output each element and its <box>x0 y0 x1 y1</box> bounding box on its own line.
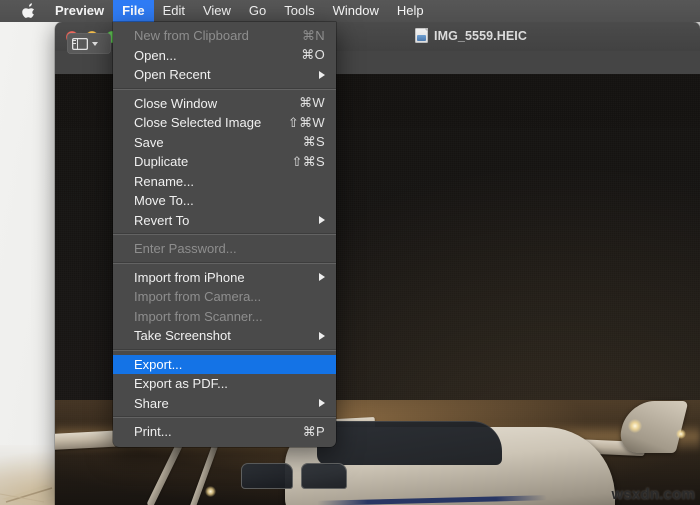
watermark: wsxdn.com <box>611 486 695 503</box>
menu-item-label: Import from iPhone <box>134 269 245 285</box>
menu-item-shortcut: ⌘W <box>299 95 325 111</box>
menu-item-share[interactable]: Share <box>113 394 336 414</box>
menu-item-shortcut: ⇧⌘S <box>291 153 325 169</box>
menu-item-import-from-camera: Import from Camera... <box>113 287 336 307</box>
sidebar-toggle-button[interactable] <box>67 33 111 54</box>
menu-separator <box>113 88 336 90</box>
menu-bar-item-view[interactable]: View <box>194 0 240 22</box>
menu-item-close-selected-image[interactable]: Close Selected Image ⇧⌘W <box>113 113 336 133</box>
menu-item-export[interactable]: Export... <box>113 354 336 374</box>
menu-item-shortcut: ⌘O <box>301 47 325 63</box>
menu-item-label: Save <box>134 134 164 150</box>
menu-item-shortcut: ⌘P <box>302 423 325 439</box>
menu-item-new-from-clipboard: New from Clipboard ⌘N <box>113 26 336 46</box>
menu-item-label: Close Selected Image <box>134 115 262 131</box>
document-icon <box>415 28 428 43</box>
menu-item-rename[interactable]: Rename... <box>113 172 336 192</box>
menu-item-save[interactable]: Save ⌘S <box>113 133 336 153</box>
menu-item-open-recent[interactable]: Open Recent <box>113 65 336 85</box>
menu-item-label: Enter Password... <box>134 241 237 257</box>
chevron-down-icon[interactable] <box>92 41 98 46</box>
submenu-arrow-icon <box>319 399 325 408</box>
airplane-tail <box>615 401 689 453</box>
menu-item-label: Duplicate <box>134 154 189 170</box>
submenu-arrow-icon <box>319 331 325 340</box>
menu-item-open[interactable]: Open... ⌘O <box>113 46 336 66</box>
menu-separator <box>113 234 336 235</box>
menu-item-duplicate[interactable]: Duplicate ⇧⌘S <box>113 152 336 172</box>
airplane-side-window <box>301 463 347 489</box>
menu-item-export-as-pdf[interactable]: Export as PDF... <box>113 374 336 394</box>
menu-bar-item-file[interactable]: File <box>113 0 154 22</box>
submenu-arrow-icon <box>319 70 325 79</box>
menu-item-label: Rename... <box>134 173 194 189</box>
menu-item-label: Open... <box>134 47 177 63</box>
airplane-windshield <box>317 421 502 465</box>
window-title-text: IMG_5559.HEIC <box>434 28 528 43</box>
menu-separator <box>113 417 336 418</box>
runway-light <box>676 429 686 439</box>
menu-item-take-screenshot[interactable]: Take Screenshot <box>113 326 336 346</box>
menu-item-label: Print... <box>134 424 172 440</box>
menu-item-label: Import from Camera... <box>134 289 262 305</box>
apple-logo-icon[interactable] <box>22 3 36 19</box>
menu-bar-item-go[interactable]: Go <box>240 0 275 22</box>
menu-bar-item-tools[interactable]: Tools <box>275 0 323 22</box>
menu-bar-item-preview[interactable]: Preview <box>46 0 113 22</box>
runway-light <box>628 419 642 433</box>
menu-bar-item-edit[interactable]: Edit <box>154 0 194 22</box>
menu-item-move-to[interactable]: Move To... <box>113 191 336 211</box>
menu-bar-item-window[interactable]: Window <box>324 0 388 22</box>
menu-item-shortcut: ⇧⌘W <box>287 114 325 130</box>
menu-item-label: New from Clipboard <box>134 28 249 44</box>
menu-item-label: Close Window <box>134 95 218 111</box>
menu-item-import-from-iphone[interactable]: Import from iPhone <box>113 268 336 288</box>
screen: IMG_5559.HEIC wsxdn.com Preview File Edi… <box>0 0 700 505</box>
menu-item-label: Revert To <box>134 212 190 228</box>
menu-item-close-window[interactable]: Close Window ⌘W <box>113 94 336 114</box>
menu-item-print[interactable]: Print... ⌘P <box>113 422 336 442</box>
submenu-arrow-icon <box>319 273 325 282</box>
menu-item-label: Export as PDF... <box>134 376 228 392</box>
menu-item-label: Open Recent <box>134 67 211 83</box>
file-menu-dropdown: New from Clipboard ⌘N Open... ⌘O Open Recent… <box>113 22 336 447</box>
sidebar-toggle-icon <box>72 38 88 50</box>
menu-item-enter-password: Enter Password... <box>113 239 336 259</box>
runway-light <box>205 486 216 497</box>
menu-item-label: Take Screenshot <box>134 328 231 344</box>
menu-item-label: Move To... <box>134 193 194 209</box>
menu-item-label: Import from Scanner... <box>134 308 263 324</box>
menu-item-label: Export... <box>134 356 183 372</box>
menu-bar-item-help[interactable]: Help <box>388 0 433 22</box>
menu-item-shortcut: ⌘S <box>302 134 325 150</box>
menu-item-shortcut: ⌘N <box>302 27 325 43</box>
submenu-arrow-icon <box>319 216 325 225</box>
menu-item-import-from-scanner: Import from Scanner... <box>113 307 336 327</box>
airplane-side-window <box>241 463 293 489</box>
menu-item-label: Share <box>134 395 169 411</box>
menu-separator <box>113 349 336 351</box>
menu-item-revert-to[interactable]: Revert To <box>113 211 336 231</box>
menu-separator <box>113 262 336 264</box>
menu-bar: Preview File Edit View Go Tools Window H… <box>0 0 700 22</box>
